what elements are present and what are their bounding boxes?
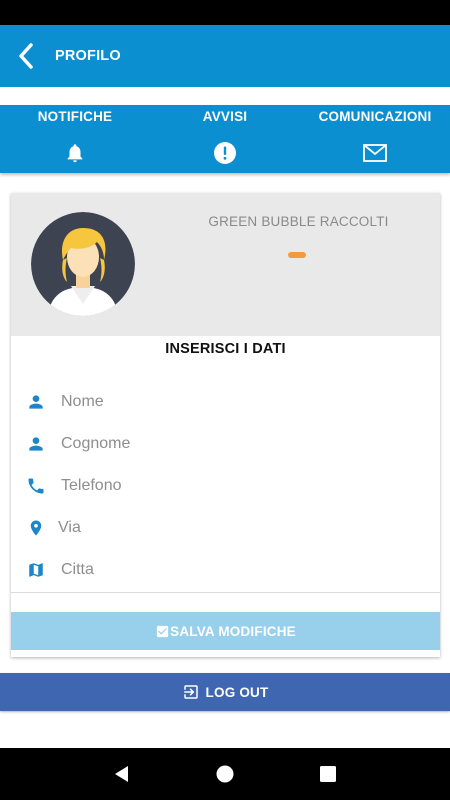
app-bar: PROFILO — [0, 25, 450, 87]
via-field[interactable] — [11, 507, 440, 549]
location-pin-icon — [30, 520, 42, 536]
tab-label: NOTIFICHE — [37, 109, 113, 124]
chevron-left-icon — [19, 43, 33, 69]
person-icon — [29, 437, 43, 451]
back-button[interactable] — [0, 25, 52, 87]
avatar — [31, 212, 135, 316]
nav-home-button[interactable] — [205, 754, 245, 794]
profile-header: GREEN BUBBLE RACCOLTI — [11, 193, 440, 336]
user-avatar-icon — [31, 212, 135, 316]
tab-comunicazioni[interactable]: COMUNICAZIONI — [300, 105, 450, 173]
logout-label: LOG OUT — [205, 684, 269, 700]
telefono-input[interactable] — [61, 477, 401, 495]
logout-button[interactable]: LOG OUT — [0, 673, 450, 711]
green-bubble-label: GREEN BUBBLE RACCOLTI — [208, 214, 389, 229]
tab-avvisi[interactable]: AVVISI — [150, 105, 300, 173]
cognome-field[interactable] — [11, 423, 440, 465]
divider — [11, 592, 440, 593]
status-bar — [0, 0, 450, 25]
tab-label: AVVISI — [202, 109, 248, 124]
profile-card: GREEN BUBBLE RACCOLTI INSERISCI I DATI N… — [11, 193, 440, 657]
nav-back-button[interactable] — [102, 754, 142, 794]
nav-recents-button[interactable] — [308, 754, 348, 794]
map-icon — [29, 563, 43, 577]
person-icon — [29, 395, 43, 409]
tab-label: COMUNICAZIONI — [318, 109, 432, 124]
system-nav-bar — [0, 748, 450, 800]
checkbox-checked-icon — [157, 625, 169, 637]
form-title: INSERISCI I DATI — [165, 341, 286, 357]
nome-field[interactable] — [11, 381, 440, 423]
square-recents-icon — [320, 766, 337, 782]
tab-notifiche[interactable]: NOTIFICHE — [0, 105, 150, 173]
save-button-label: SALVA MODIFICHE — [170, 623, 296, 639]
nome-input[interactable] — [61, 393, 401, 411]
mail-icon — [363, 144, 387, 162]
via-input[interactable] — [58, 519, 398, 537]
phone-icon — [28, 478, 44, 494]
alert-circle-icon — [214, 142, 236, 164]
tab-bar: NOTIFICHE AVVISI COMUNICAZIONI — [0, 105, 450, 173]
page-title: PROFILO — [55, 48, 121, 64]
citta-input[interactable] — [61, 561, 401, 579]
green-bubble-value — [288, 252, 306, 258]
circle-home-icon — [216, 765, 234, 783]
triangle-back-icon — [114, 766, 128, 782]
spacer — [0, 87, 450, 105]
citta-field[interactable] — [11, 549, 440, 591]
save-button[interactable]: SALVA MODIFICHE — [11, 612, 440, 650]
exit-icon — [183, 685, 198, 699]
bell-icon — [67, 144, 83, 163]
telefono-field[interactable] — [11, 465, 440, 507]
cognome-input[interactable] — [61, 435, 401, 453]
form-fields — [11, 363, 440, 591]
